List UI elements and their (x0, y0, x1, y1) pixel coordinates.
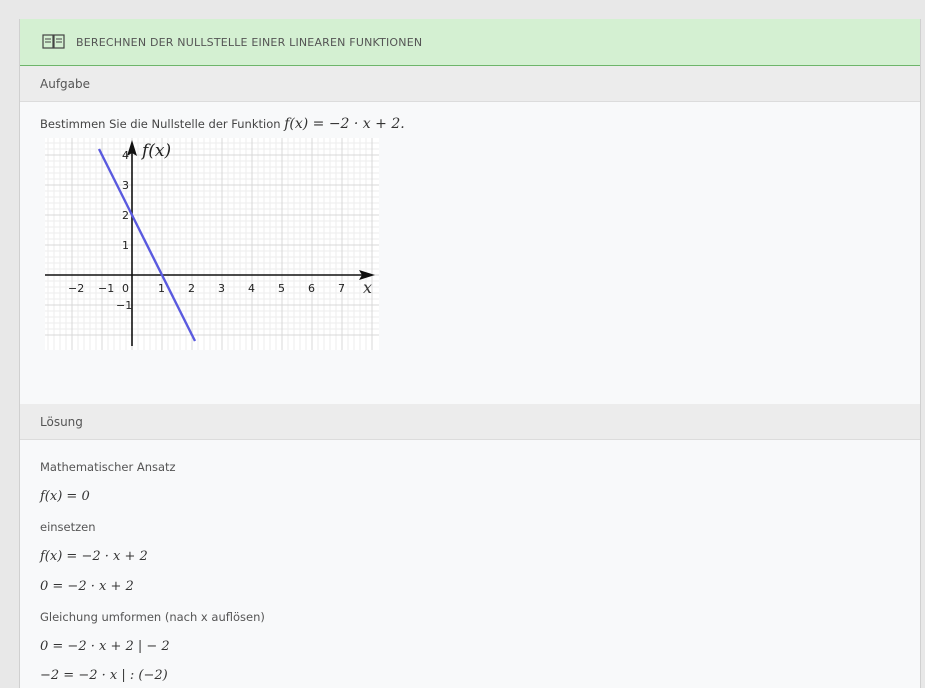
x-tick-label: 5 (278, 282, 285, 295)
task-text: Bestimmen Sie die Nullstelle der Funktio… (40, 117, 281, 131)
solution-equation: 0 = −2 · x + 2 | − 2 (40, 639, 170, 654)
x-tick-label: 0 (122, 282, 129, 295)
task-formula: f(x) = −2 · x + 2. (284, 116, 405, 132)
solution-equation: 0 = −2 · x + 2 (40, 579, 134, 594)
task-section-header: Aufgabe (20, 66, 920, 102)
y-tick-label: 2 (122, 209, 129, 222)
task-statement: Bestimmen Sie die Nullstelle der Funktio… (40, 116, 900, 132)
task-body: Bestimmen Sie die Nullstelle der Funktio… (20, 116, 920, 404)
task-card: BERECHNEN DER NULLSTELLE EINER LINEAREN … (19, 19, 921, 688)
solution-section-header: Lösung (20, 404, 920, 440)
y-tick-label: 4 (122, 149, 129, 162)
y-tick-label: 3 (122, 179, 129, 192)
function-graph: −2 −1 0 1 2 3 4 5 6 7 4 3 2 1 −1 f(x) x (45, 138, 379, 350)
solution-step-label: Mathematischer Ansatz (40, 460, 176, 474)
x-tick-label: 4 (248, 282, 255, 295)
x-tick-label: 3 (218, 282, 225, 295)
x-axis-label: x (363, 278, 372, 297)
solution-equation: f(x) = −2 · x + 2 (40, 549, 148, 564)
y-axis-label: f(x) (140, 141, 171, 161)
page-title: BERECHNEN DER NULLSTELLE EINER LINEAREN … (76, 35, 423, 49)
x-tick-label: 1 (158, 282, 165, 295)
x-tick-label: 2 (188, 282, 195, 295)
x-tick-label: −1 (98, 282, 114, 295)
solution-step-label: Gleichung umformen (nach x auflösen) (40, 610, 265, 624)
y-tick-label: −1 (116, 299, 132, 312)
book-icon (42, 33, 66, 51)
solution-body: Mathematischer Ansatz f(x) = 0 einsetzen… (20, 440, 920, 688)
x-tick-label: 6 (308, 282, 315, 295)
x-tick-label: −2 (68, 282, 84, 295)
solution-step-label: einsetzen (40, 520, 96, 534)
solution-equation: f(x) = 0 (40, 489, 90, 504)
card-header: BERECHNEN DER NULLSTELLE EINER LINEAREN … (20, 19, 920, 66)
x-tick-label: 7 (338, 282, 345, 295)
y-tick-label: 1 (122, 239, 129, 252)
solution-equation: −2 = −2 · x | : (−2) (40, 668, 168, 683)
